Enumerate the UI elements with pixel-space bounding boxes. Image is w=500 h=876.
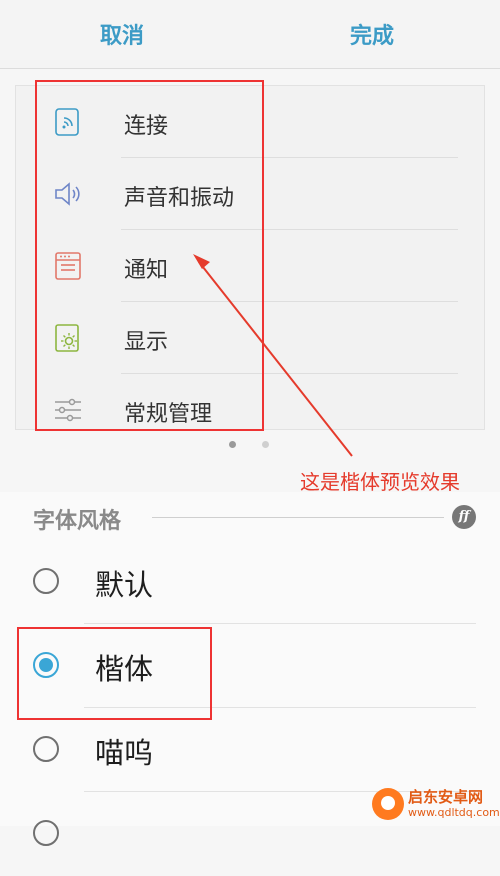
section-title: 字体风格 (33, 509, 122, 534)
section-divider (152, 517, 444, 518)
radio-button[interactable] (33, 568, 59, 594)
watermark-name: 启东安卓网 (408, 788, 484, 806)
font-option-default[interactable]: 默认 (0, 540, 500, 624)
font-ff-icon[interactable]: ff (452, 505, 476, 529)
page-indicator[interactable] (229, 441, 269, 451)
top-action-bar: 取消 完成 (0, 0, 500, 69)
font-option-label: 喵呜 (95, 736, 154, 770)
font-option-miaowu[interactable]: 喵呜 (0, 708, 500, 792)
page-dot[interactable] (262, 441, 269, 448)
page-dot-active[interactable] (229, 441, 236, 448)
annotation-box-preview (35, 80, 264, 431)
done-button[interactable]: 完成 (350, 18, 394, 50)
radio-button[interactable] (33, 820, 59, 846)
cancel-button[interactable]: 取消 (100, 18, 144, 50)
font-option-label: 默认 (95, 568, 154, 602)
watermark-url: www.qdltdq.com (408, 806, 500, 819)
watermark: 启东安卓网 www.qdltdq.com (370, 784, 500, 824)
annotation-box-selected (17, 627, 212, 720)
radio-button[interactable] (33, 736, 59, 762)
watermark-logo-icon (372, 788, 404, 820)
annotation-text: 这是楷体预览效果 (300, 470, 460, 494)
